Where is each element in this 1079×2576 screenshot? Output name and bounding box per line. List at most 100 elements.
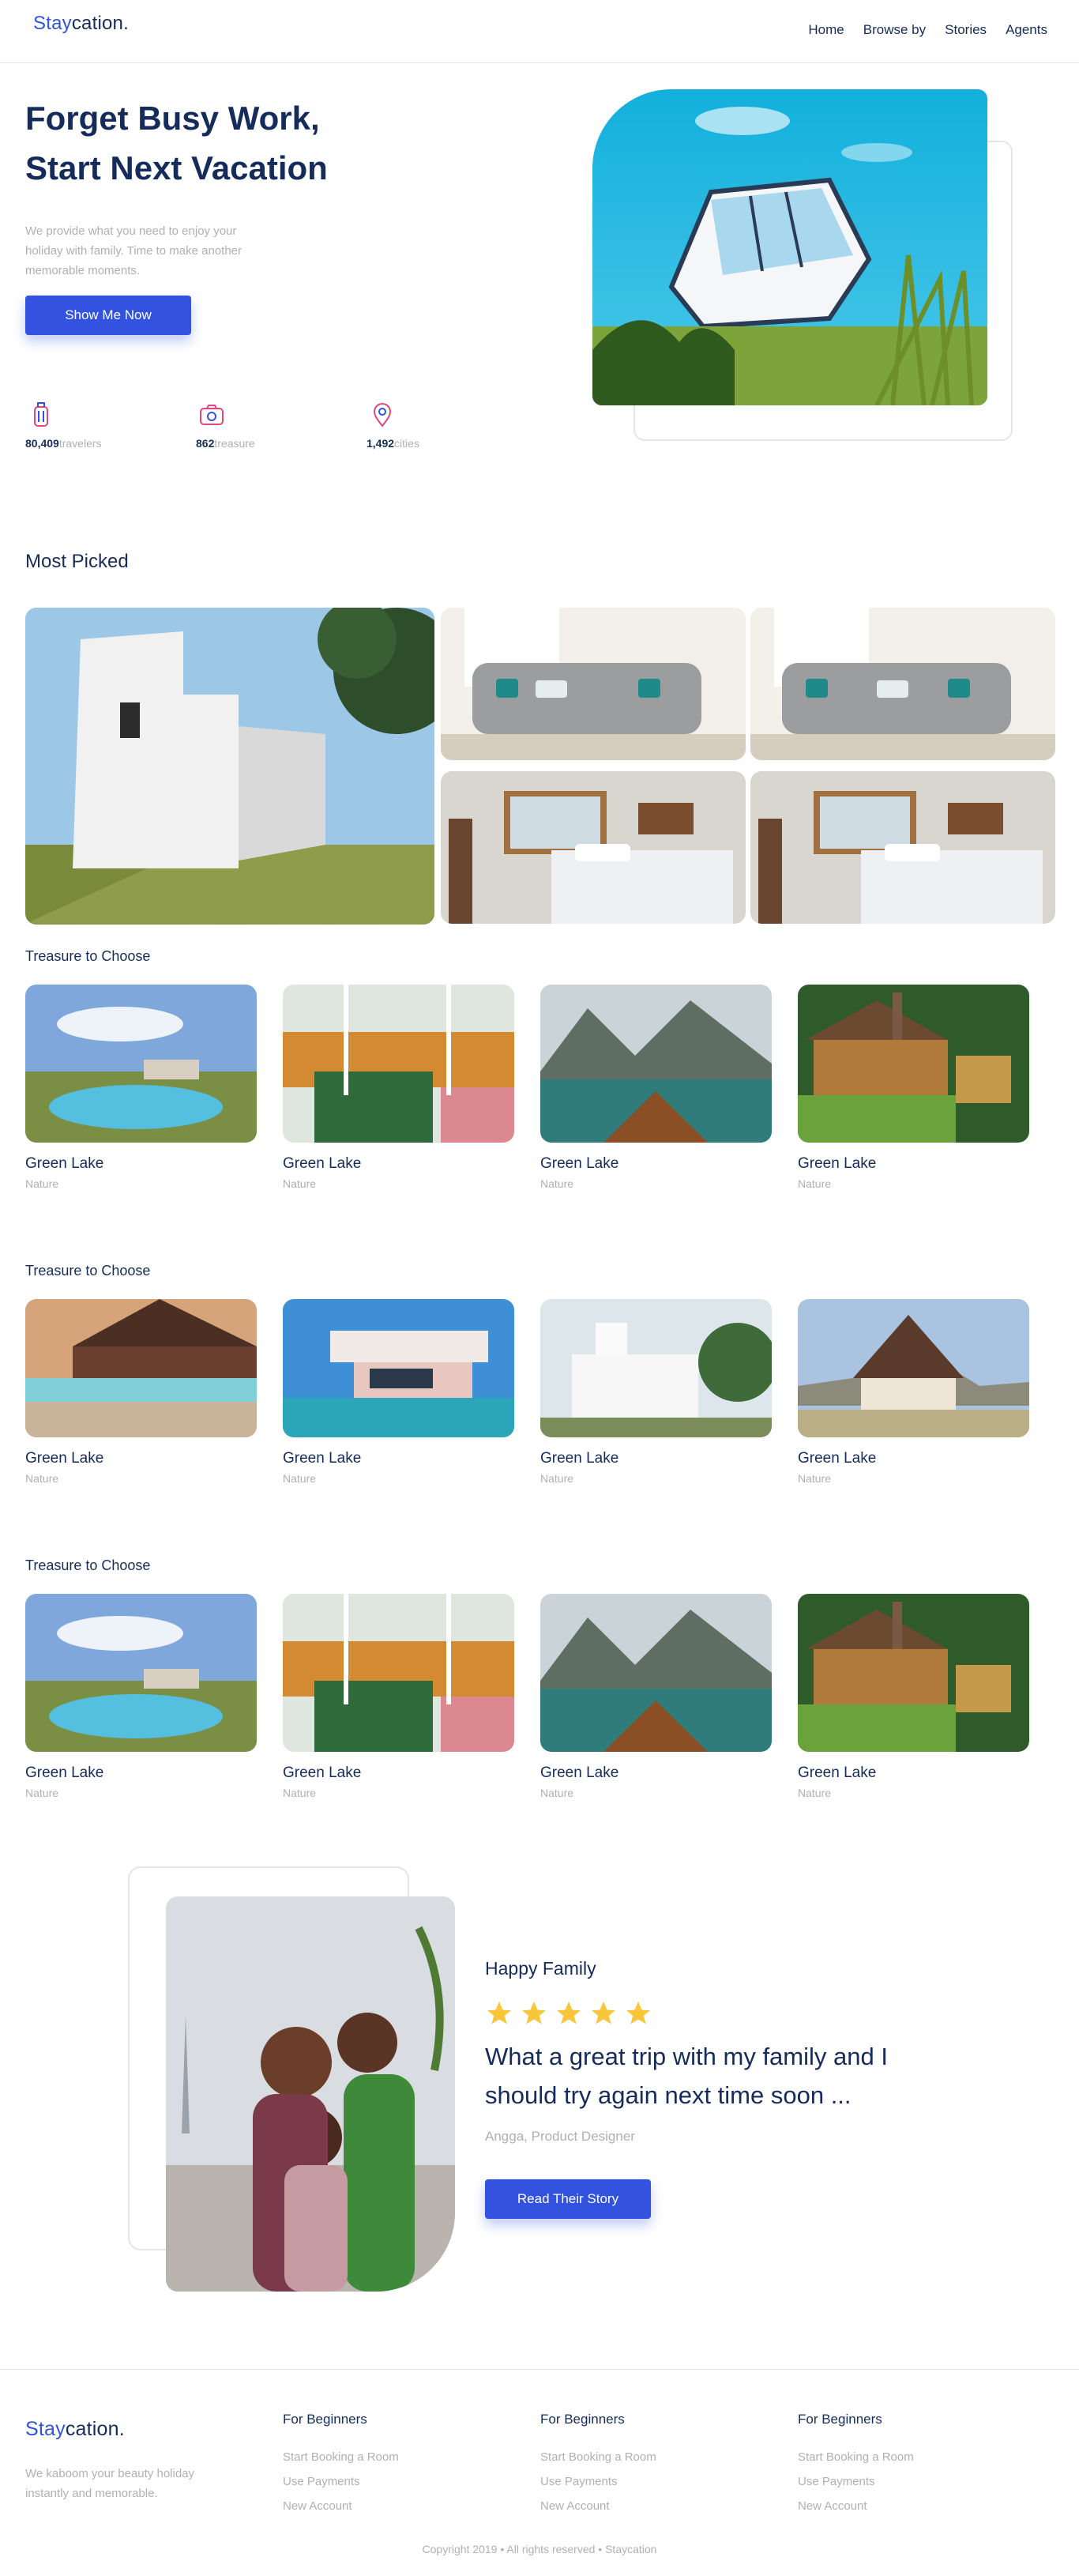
category-2-card-3[interactable]: Green Lake Nature xyxy=(540,1299,772,1485)
brand-logo-part1: Stay xyxy=(33,13,72,34)
footer-link-start-booking[interactable]: Start Booking a Room xyxy=(798,2445,914,2469)
category-3-card-1[interactable]: Green Lake Nature xyxy=(25,1594,257,1799)
card-location: Nature xyxy=(798,1177,832,1190)
testimonial-quote: What a great trip with my family and I s… xyxy=(485,2043,888,2109)
category-3-card-4[interactable]: Green Lake Nature xyxy=(798,1594,1029,1799)
stat-cities: 1,492cities xyxy=(367,399,419,450)
most-picked-image-3[interactable] xyxy=(750,608,1055,760)
card-image xyxy=(798,1594,1029,1752)
footer-column-title: For Beginners xyxy=(283,2412,367,2427)
card-location: Nature xyxy=(540,1787,574,1799)
category-title-3: Treasure to Choose xyxy=(25,1557,151,1573)
footer-link-new-account[interactable]: New Account xyxy=(283,2494,399,2518)
category-1-card-4[interactable]: Green Lake Nature xyxy=(798,985,1029,1190)
footer-divider xyxy=(0,2369,1079,2370)
card-image xyxy=(25,1299,257,1437)
card-image xyxy=(25,985,257,1143)
card-name: Green Lake xyxy=(540,1155,619,1172)
footer-logo-part2: cation. xyxy=(65,2418,125,2440)
footer-column-1: For Beginners Start Booking a Room Use P… xyxy=(283,2412,399,2518)
category-1-card-1[interactable]: Green Lake Nature xyxy=(25,985,257,1190)
brand-logo[interactable]: Staycation. xyxy=(33,13,129,35)
stat-treasure: 862treasure xyxy=(196,399,255,450)
star-icon xyxy=(522,2002,546,2024)
category-1-card-3[interactable]: Green Lake Nature xyxy=(540,985,772,1190)
testimonial-title: Happy Family xyxy=(485,1958,596,1979)
stat-treasure-label: treasure xyxy=(214,437,255,450)
card-location: Nature xyxy=(283,1472,317,1485)
testimonial-author: Angga, Product Designer xyxy=(485,2129,635,2144)
category-1-card-2[interactable]: Green Lake Nature xyxy=(283,985,514,1190)
card-location: Nature xyxy=(540,1177,574,1190)
star-icon xyxy=(487,2002,511,2024)
card-image xyxy=(283,1594,514,1752)
copyright: Copyright 2019 • All rights reserved • S… xyxy=(422,2543,657,2555)
footer-logo[interactable]: Staycation. xyxy=(25,2418,125,2441)
show-me-now-button[interactable]: Show Me Now xyxy=(25,296,191,335)
footer-link-new-account[interactable]: New Account xyxy=(798,2494,914,2518)
nav-stories[interactable]: Stories xyxy=(945,22,987,38)
stat-cities-label: cities xyxy=(394,437,419,450)
category-title-2: Treasure to Choose xyxy=(25,1263,151,1279)
footer-logo-part1: Stay xyxy=(25,2418,66,2440)
card-image xyxy=(540,1299,772,1437)
stat-travelers-value: 80,409 xyxy=(25,437,59,450)
most-picked-image-4[interactable] xyxy=(441,771,746,924)
card-name: Green Lake xyxy=(283,1450,362,1467)
card-name: Green Lake xyxy=(25,1450,104,1467)
most-picked-large-image[interactable] xyxy=(25,608,434,925)
category-2-card-4[interactable]: Green Lake Nature xyxy=(798,1299,1029,1485)
card-name: Green Lake xyxy=(540,1450,619,1467)
nav-browse-by[interactable]: Browse by xyxy=(863,22,926,38)
card-name: Green Lake xyxy=(283,1155,362,1172)
card-location: Nature xyxy=(25,1472,59,1485)
brand-logo-part2: cation. xyxy=(71,13,129,34)
most-picked-image-2[interactable] xyxy=(441,608,746,760)
main-nav: Home Browse by Stories Agents xyxy=(808,22,1047,38)
card-name: Green Lake xyxy=(798,1764,877,1781)
card-location: Nature xyxy=(798,1472,832,1485)
footer-column-3: For Beginners Start Booking a Room Use P… xyxy=(798,2412,914,2518)
footer-link-start-booking[interactable]: Start Booking a Room xyxy=(540,2445,656,2469)
footer-column-title: For Beginners xyxy=(798,2412,882,2427)
most-picked-image-5[interactable] xyxy=(750,771,1055,924)
category-2-card-2[interactable]: Green Lake Nature xyxy=(283,1299,514,1485)
hero-title-line2: Start Next Vacation xyxy=(25,149,328,186)
footer-link-use-payments[interactable]: Use Payments xyxy=(798,2469,914,2494)
star-icon xyxy=(557,2002,581,2024)
nav-home[interactable]: Home xyxy=(808,22,844,38)
footer-description: We kaboom your beauty holiday instantly … xyxy=(25,2467,195,2500)
card-image xyxy=(25,1594,257,1752)
footer-column-title: For Beginners xyxy=(540,2412,625,2427)
testimonial-image xyxy=(166,1896,455,2292)
category-3-card-2[interactable]: Green Lake Nature xyxy=(283,1594,514,1799)
card-location: Nature xyxy=(25,1787,59,1799)
card-name: Green Lake xyxy=(540,1764,619,1781)
card-location: Nature xyxy=(25,1177,59,1190)
card-name: Green Lake xyxy=(283,1764,362,1781)
footer-link-use-payments[interactable]: Use Payments xyxy=(540,2469,656,2494)
card-name: Green Lake xyxy=(798,1450,877,1467)
stat-cities-value: 1,492 xyxy=(367,437,395,450)
card-location: Nature xyxy=(283,1787,317,1799)
star-icon xyxy=(626,2002,650,2024)
card-image xyxy=(283,1299,514,1437)
category-2-card-1[interactable]: Green Lake Nature xyxy=(25,1299,257,1485)
card-image xyxy=(798,985,1029,1143)
footer-link-start-booking[interactable]: Start Booking a Room xyxy=(283,2445,399,2469)
card-name: Green Lake xyxy=(25,1764,104,1781)
stat-travelers-label: travelers xyxy=(58,437,102,450)
stat-travelers: 80,409travelers xyxy=(25,399,102,450)
hero-title: Forget Busy Work, Start Next Vacation xyxy=(25,93,328,193)
map-pin-icon xyxy=(373,403,392,427)
card-image xyxy=(540,1594,772,1752)
hero-description: We provide what you need to enjoy your h… xyxy=(25,224,242,277)
footer-link-use-payments[interactable]: Use Payments xyxy=(283,2469,399,2494)
nav-agents[interactable]: Agents xyxy=(1006,22,1047,38)
category-3-card-3[interactable]: Green Lake Nature xyxy=(540,1594,772,1799)
category-title-1: Treasure to Choose xyxy=(25,948,151,964)
footer-link-new-account[interactable]: New Account xyxy=(540,2494,656,2518)
suitcase-icon xyxy=(34,402,48,427)
hero-image xyxy=(592,89,987,405)
read-their-story-button[interactable]: Read Their Story xyxy=(485,2179,651,2219)
